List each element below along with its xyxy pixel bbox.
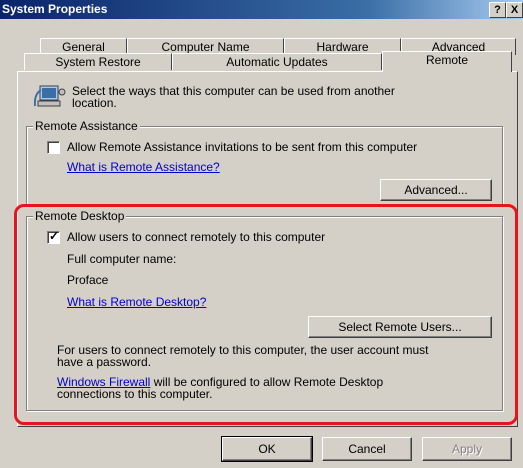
intro-text: Select the ways that this computer can b… — [72, 84, 395, 98]
tab-system-restore[interactable]: System Restore — [24, 53, 172, 70]
remote-assistance-checkbox-label[interactable]: Allow Remote Assistance invitations to b… — [67, 140, 417, 154]
remote-computer-icon — [33, 84, 66, 110]
ok-button[interactable]: OK — [221, 436, 313, 462]
cancel-button[interactable]: Cancel — [322, 437, 412, 461]
remote-assistance-checkbox[interactable] — [47, 141, 60, 154]
system-properties-window: System Properties ? X General Computer N… — [0, 0, 523, 468]
title-bar[interactable]: System Properties ? X — [0, 0, 523, 19]
remote-assistance-label: Remote Assistance — [33, 119, 140, 133]
help-button[interactable]: ? — [489, 2, 506, 18]
close-button[interactable]: X — [506, 2, 523, 18]
advanced-button[interactable]: Advanced... — [380, 179, 492, 201]
tab-remote[interactable]: Remote — [382, 51, 512, 72]
what-is-remote-assistance-link[interactable]: What is Remote Assistance? — [67, 160, 220, 174]
apply-button[interactable]: Apply — [422, 437, 512, 461]
window-title: System Properties — [2, 2, 108, 16]
intro-text-line2: location. — [72, 96, 117, 110]
remote-assistance-group: Remote Assistance Allow Remote Assistanc… — [26, 119, 503, 205]
tab-automatic-updates[interactable]: Automatic Updates — [172, 53, 382, 70]
remote-desktop-highlight — [14, 204, 518, 425]
